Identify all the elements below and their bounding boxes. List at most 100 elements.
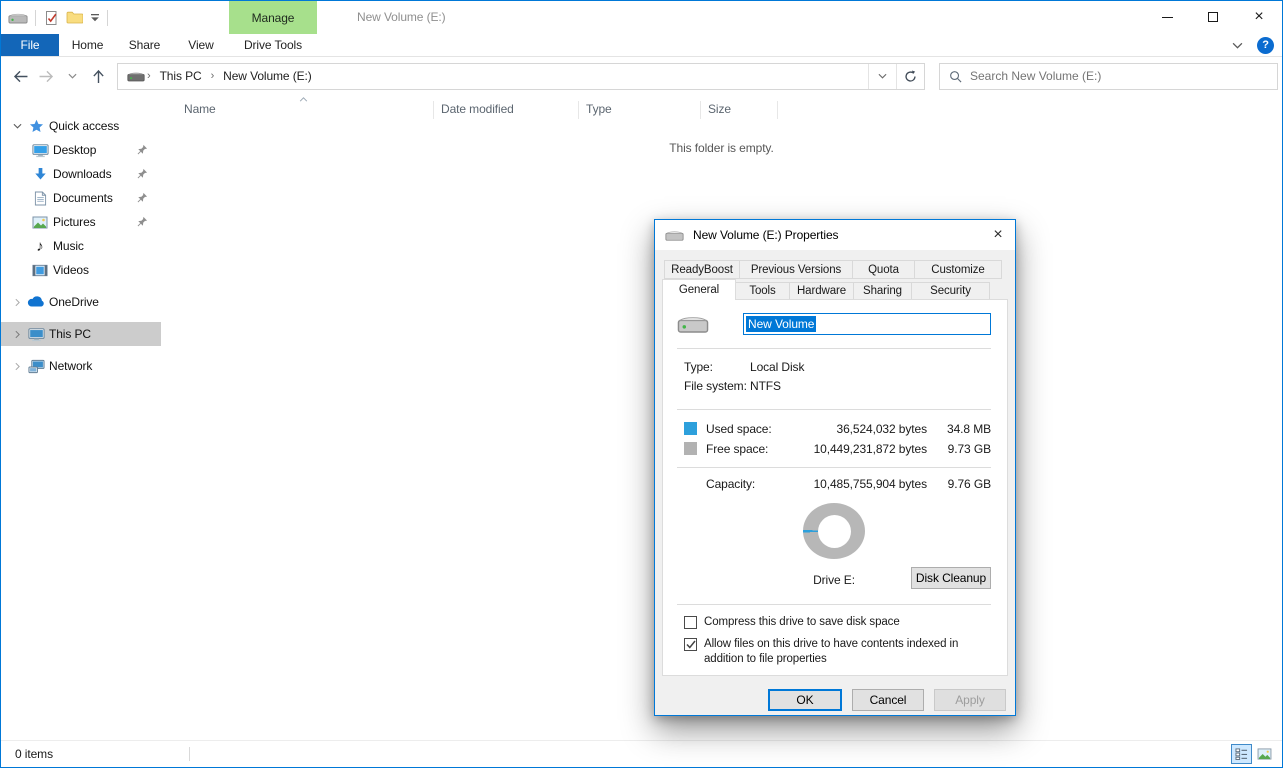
sidebar-item-onedrive[interactable]: OneDrive bbox=[1, 290, 161, 314]
status-separator bbox=[189, 747, 190, 761]
sidebar-item-network[interactable]: Network bbox=[1, 354, 161, 378]
back-button[interactable] bbox=[7, 62, 33, 90]
recent-locations-chevron-icon[interactable] bbox=[59, 62, 85, 90]
toolbar-separator bbox=[35, 10, 36, 26]
drive-icon[interactable] bbox=[127, 70, 145, 83]
details-view-button[interactable] bbox=[1231, 744, 1252, 764]
tab-customize[interactable]: Customize bbox=[914, 260, 1002, 279]
cancel-button[interactable]: Cancel bbox=[852, 689, 924, 711]
navigation-toolbar: › This PC › New Volume (E:) bbox=[1, 57, 1282, 95]
column-header-size[interactable]: Size bbox=[701, 95, 778, 124]
type-label: Type: bbox=[684, 360, 750, 374]
column-headers: Name Date modified Type Size bbox=[161, 95, 1282, 124]
status-bar: 0 items bbox=[1, 740, 1282, 767]
chevron-right-icon[interactable] bbox=[11, 362, 23, 371]
address-bar[interactable]: › This PC › New Volume (E:) bbox=[117, 63, 925, 90]
sidebar-item-desktop[interactable]: Desktop bbox=[1, 138, 161, 162]
ribbon-tab-row: File Home Share View Drive Tools ? bbox=[1, 34, 1282, 57]
refresh-button[interactable] bbox=[896, 64, 924, 89]
thumbnail-view-button[interactable] bbox=[1254, 744, 1275, 764]
used-space-swatch bbox=[684, 422, 697, 435]
tab-hardware[interactable]: Hardware bbox=[789, 282, 854, 300]
onedrive-cloud-icon bbox=[27, 296, 45, 308]
tab-home[interactable]: Home bbox=[59, 34, 116, 56]
toolbar-separator bbox=[107, 10, 108, 26]
forward-button[interactable] bbox=[33, 62, 59, 90]
help-icon[interactable]: ? bbox=[1257, 37, 1274, 54]
window-controls: × bbox=[1144, 1, 1282, 33]
breadcrumb-chevron-icon: › bbox=[209, 70, 217, 82]
search-icon bbox=[949, 70, 962, 83]
column-header-type[interactable]: Type bbox=[579, 95, 701, 124]
dialog-tab-row-back: ReadyBoost Previous Versions Quota Custo… bbox=[664, 260, 1015, 279]
general-tab-page: New Volume Type: Local Disk File system:… bbox=[662, 299, 1008, 676]
dialog-buttons: OK Cancel Apply bbox=[655, 689, 1015, 711]
network-icon bbox=[27, 359, 45, 374]
sidebar-item-this-pc[interactable]: This PC bbox=[1, 322, 161, 346]
customize-toolbar-caret-icon[interactable] bbox=[90, 13, 100, 22]
disk-usage-donut-chart bbox=[803, 503, 865, 559]
dialog-title: New Volume (E:) Properties bbox=[693, 228, 838, 242]
maximize-button[interactable] bbox=[1190, 1, 1236, 33]
breadcrumb-this-pc[interactable]: This PC bbox=[153, 64, 209, 89]
search-box[interactable] bbox=[939, 63, 1278, 90]
tab-sharing[interactable]: Sharing bbox=[853, 282, 912, 300]
minimize-icon bbox=[1162, 17, 1173, 18]
close-icon: × bbox=[1254, 9, 1263, 25]
up-button[interactable] bbox=[85, 62, 111, 90]
tab-quota[interactable]: Quota bbox=[852, 260, 915, 279]
this-pc-icon bbox=[27, 327, 45, 342]
window-title: New Volume (E:) bbox=[357, 1, 446, 34]
tab-view[interactable]: View bbox=[173, 34, 229, 56]
breadcrumb-new-volume[interactable]: New Volume (E:) bbox=[216, 64, 319, 89]
compress-checkbox[interactable] bbox=[684, 616, 697, 629]
tab-previous-versions[interactable]: Previous Versions bbox=[739, 260, 853, 279]
filesystem-value: NTFS bbox=[750, 379, 781, 393]
tab-general[interactable]: General bbox=[662, 279, 736, 300]
apply-button[interactable]: Apply bbox=[934, 689, 1006, 711]
sidebar-item-quick-access[interactable]: Quick access bbox=[1, 114, 161, 138]
column-header-date-modified[interactable]: Date modified bbox=[434, 95, 579, 124]
contextual-group-manage[interactable]: Manage bbox=[229, 1, 317, 34]
tab-file[interactable]: File bbox=[1, 34, 59, 56]
free-space-swatch bbox=[684, 442, 697, 455]
minimize-button[interactable] bbox=[1144, 1, 1190, 33]
empty-folder-message: This folder is empty. bbox=[161, 141, 1282, 155]
sidebar-item-music[interactable]: ♪ Music bbox=[1, 234, 161, 258]
video-icon bbox=[31, 264, 49, 277]
items-count: 0 items bbox=[15, 741, 53, 767]
column-header-name[interactable]: Name bbox=[177, 95, 434, 124]
quick-access-star-icon bbox=[27, 119, 45, 133]
volume-label-input[interactable]: New Volume bbox=[743, 313, 991, 335]
download-arrow-icon bbox=[31, 167, 49, 181]
properties-check-icon[interactable] bbox=[43, 10, 59, 26]
chevron-right-icon[interactable] bbox=[11, 298, 23, 307]
selected-text: New Volume bbox=[746, 316, 816, 332]
tab-tools[interactable]: Tools bbox=[735, 282, 790, 300]
folder-icon[interactable] bbox=[66, 11, 83, 24]
free-space-row: Free space: 10,449,231,872 bytes 9.73 GB bbox=[677, 439, 991, 459]
sidebar-item-documents[interactable]: Documents bbox=[1, 186, 161, 210]
chevron-down-icon[interactable] bbox=[11, 123, 23, 129]
dialog-close-button[interactable]: × bbox=[981, 220, 1015, 250]
index-checkbox-row: Allow files on this drive to have conten… bbox=[677, 637, 991, 667]
address-dropdown-button[interactable] bbox=[868, 64, 896, 89]
navigation-pane: Quick access Desktop Downloads Documents… bbox=[1, 95, 161, 740]
sidebar-item-downloads[interactable]: Downloads bbox=[1, 162, 161, 186]
sidebar-item-pictures[interactable]: Pictures bbox=[1, 210, 161, 234]
tab-share[interactable]: Share bbox=[116, 34, 173, 56]
tab-security[interactable]: Security bbox=[911, 282, 990, 300]
chevron-right-icon[interactable] bbox=[11, 330, 23, 339]
disk-cleanup-button[interactable]: Disk Cleanup bbox=[911, 567, 991, 589]
ribbon-collapse-chevron-icon[interactable] bbox=[1232, 42, 1243, 49]
tab-drive-tools[interactable]: Drive Tools bbox=[229, 34, 317, 56]
filesystem-label: File system: bbox=[684, 379, 750, 393]
sidebar-item-videos[interactable]: Videos bbox=[1, 258, 161, 282]
close-button[interactable]: × bbox=[1236, 1, 1282, 33]
search-input[interactable] bbox=[970, 69, 1268, 83]
pin-icon bbox=[137, 192, 148, 203]
ok-button[interactable]: OK bbox=[768, 689, 842, 711]
index-checkbox[interactable] bbox=[684, 638, 697, 651]
drive-icon bbox=[8, 11, 28, 25]
tab-readyboost[interactable]: ReadyBoost bbox=[664, 260, 740, 279]
